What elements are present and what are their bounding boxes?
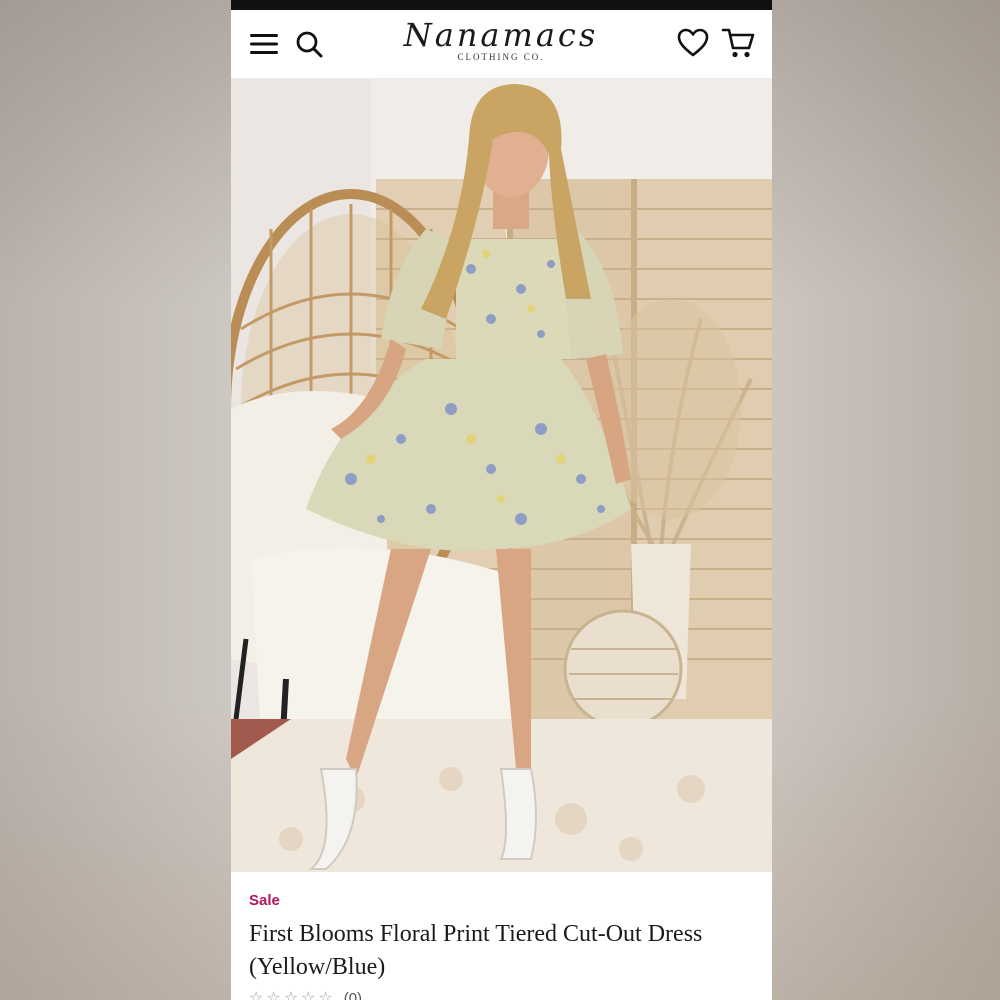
product-image[interactable]	[231, 79, 772, 872]
cart-icon[interactable]	[721, 26, 755, 60]
sale-badge: Sale	[249, 892, 280, 909]
site-header: Nanamacs CLOTHING CO.	[231, 10, 772, 79]
product-rating[interactable]: ☆☆☆☆☆ (0)	[249, 988, 362, 1000]
product-photo-illustration	[231, 79, 772, 872]
phone-screen: Nanamacs CLOTHING CO. Sale First Blooms …	[231, 0, 772, 1000]
brand-name: Nanamacs	[403, 16, 599, 54]
rating-stars-icon: ☆☆☆☆☆	[249, 990, 336, 1000]
review-count: (0)	[343, 990, 363, 1000]
hamburger-menu-icon[interactable]	[249, 32, 279, 56]
status-bar	[231, 0, 772, 10]
brand-logo[interactable]: Nanamacs CLOTHING CO.	[371, 18, 631, 70]
product-info: Sale First Blooms Floral Print Tiered Cu…	[231, 872, 772, 1000]
product-title: First Blooms Floral Print Tiered Cut-Out…	[249, 921, 703, 980]
search-icon[interactable]	[295, 30, 323, 58]
heart-icon[interactable]	[677, 28, 709, 58]
